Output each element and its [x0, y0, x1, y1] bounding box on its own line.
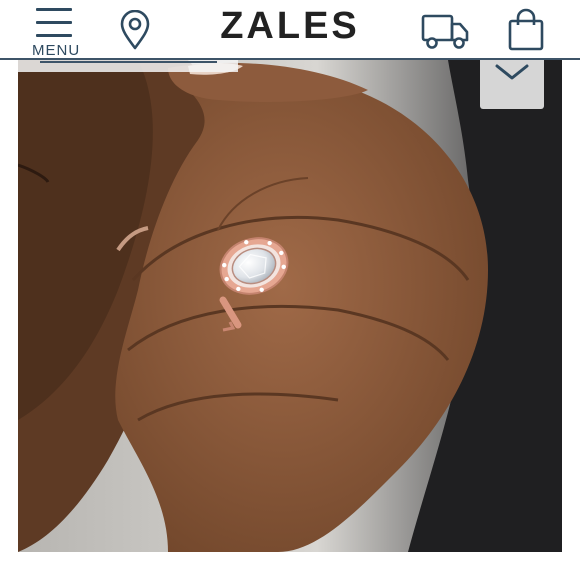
page-footer-space — [0, 552, 580, 580]
hamburger-menu-icon-bar — [36, 21, 72, 24]
menu-button[interactable]: MENU — [28, 4, 82, 59]
header-divider — [0, 58, 580, 60]
delivery-truck-icon — [421, 14, 469, 49]
brand-logo[interactable]: ZALES — [218, 4, 362, 48]
hamburger-menu-icon — [36, 8, 72, 11]
dropdown-toggle-button[interactable] — [480, 60, 544, 109]
menu-label: MENU — [32, 42, 81, 59]
product-image — [18, 60, 562, 552]
shopping-bag-icon — [508, 8, 544, 51]
hamburger-menu-icon-bar — [36, 34, 72, 37]
shopping-bag-button[interactable] — [506, 8, 546, 52]
store-locator-button[interactable] — [118, 9, 152, 50]
location-pin-icon — [120, 9, 150, 50]
chevron-down-icon — [495, 64, 529, 80]
site-header: MENU ZALES — [0, 0, 580, 59]
search-field-underline — [40, 61, 217, 63]
ring-on-hand-photo — [18, 60, 562, 552]
shipping-button[interactable] — [420, 12, 470, 50]
